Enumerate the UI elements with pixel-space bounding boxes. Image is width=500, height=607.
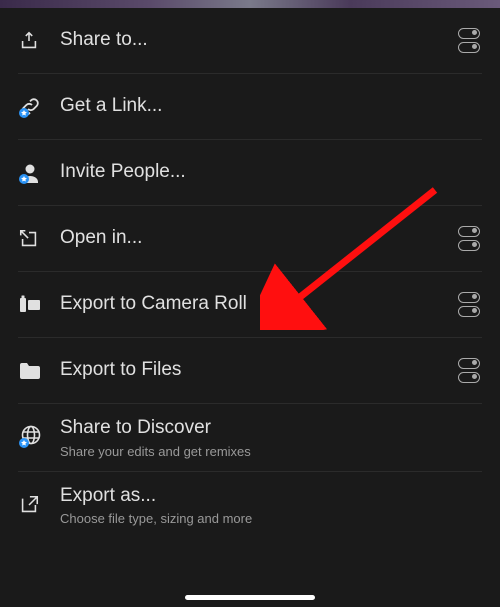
menu-item-export-as[interactable]: Export as... Choose file type, sizing an… — [18, 472, 482, 539]
share-export-menu: Share to... Get a Link... — [0, 8, 500, 538]
menu-item-export-files[interactable]: Export to Files — [18, 338, 482, 404]
menu-item-sublabel: Choose file type, sizing and more — [60, 511, 482, 526]
menu-item-get-link[interactable]: Get a Link... — [18, 74, 482, 140]
options-toggle-icon[interactable] — [458, 292, 482, 317]
open-in-icon — [18, 228, 60, 250]
menu-item-label: Export to Files — [60, 358, 458, 383]
invite-icon — [18, 161, 60, 185]
menu-item-share-discover[interactable]: Share to Discover Share your edits and g… — [18, 404, 482, 472]
menu-item-sublabel: Share your edits and get remixes — [60, 444, 482, 459]
folder-icon — [18, 361, 60, 381]
options-toggle-icon[interactable] — [458, 226, 482, 251]
globe-icon — [18, 424, 60, 450]
menu-item-open-in[interactable]: Open in... — [18, 206, 482, 272]
menu-item-label: Export as... — [60, 484, 482, 509]
menu-item-label: Export to Camera Roll — [60, 292, 458, 317]
menu-item-export-camera-roll[interactable]: Export to Camera Roll — [18, 272, 482, 338]
menu-item-label: Open in... — [60, 226, 458, 251]
menu-item-label: Invite People... — [60, 160, 482, 185]
camera-roll-icon — [18, 294, 60, 316]
export-as-icon — [18, 494, 60, 516]
menu-item-invite-people[interactable]: Invite People... — [18, 140, 482, 206]
menu-item-share-to[interactable]: Share to... — [18, 8, 482, 74]
menu-item-label: Share to Discover — [60, 416, 482, 441]
menu-item-label: Get a Link... — [60, 94, 482, 119]
link-icon — [18, 95, 60, 119]
options-toggle-icon[interactable] — [458, 358, 482, 383]
menu-item-label: Share to... — [60, 28, 458, 53]
background-image-sliver — [0, 0, 500, 8]
options-toggle-icon[interactable] — [458, 28, 482, 53]
home-indicator[interactable] — [185, 595, 315, 600]
share-icon — [18, 30, 60, 52]
